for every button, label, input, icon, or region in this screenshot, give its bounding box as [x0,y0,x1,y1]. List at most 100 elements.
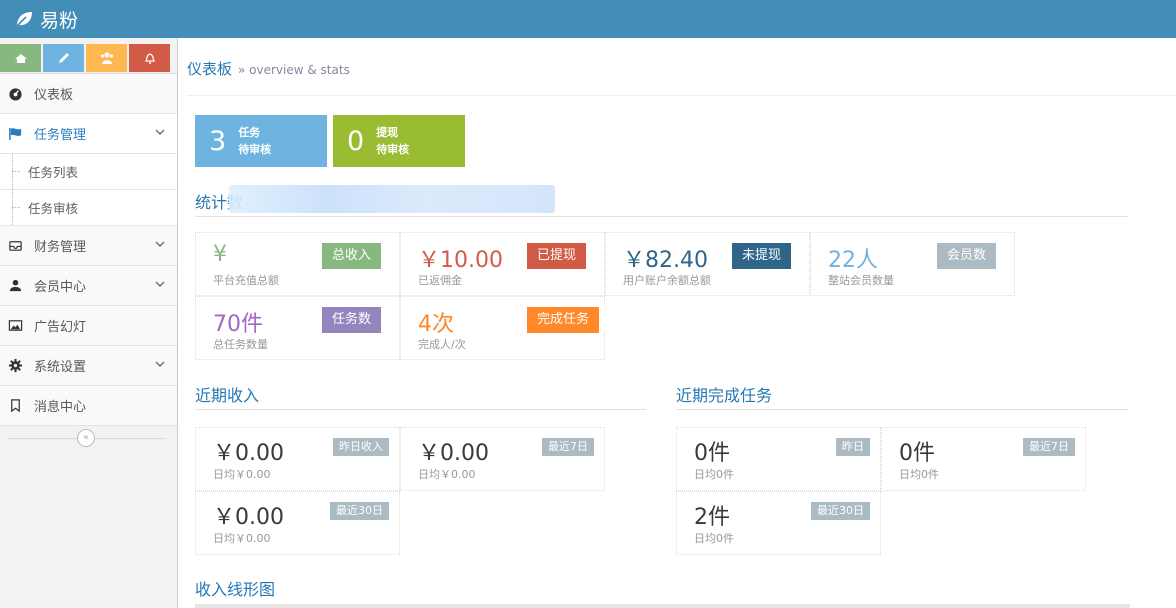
sidebar-item-ads[interactable]: 广告幻灯 [0,306,177,346]
income-yesterday: ￥0.00 日均￥0.00 昨日收入 [195,427,400,491]
stat-not-withdrawn: ￥82.40 用户账户余额总额 未提现 [605,232,810,296]
period-badge: 最近30日 [330,502,389,520]
sidebar-subitem-task-list[interactable]: 任务列表 [0,154,177,190]
stat-badge: 会员数 [937,243,1004,269]
sidebar-item-settings[interactable]: 系统设置 [0,346,177,386]
period-badge: 最近7日 [1023,438,1075,456]
stat-badge: 完成任务 [527,307,607,333]
sidebar-nav: 仪表板 任务管理 任务列表 任务审核 财务管理 会员中心 广告幻灯 系统设置 消… [0,74,177,426]
pending-label: 任务 [238,126,261,139]
chevron-down-icon [155,361,165,367]
sidebar-item-finance[interactable]: 财务管理 [0,226,177,266]
stat-value: ￥82.40 [623,248,708,273]
sidebar-item-members[interactable]: 会员中心 [0,266,177,306]
top-navbar: 易粉 [0,0,1176,38]
stat-label: 总任务数量 [213,338,268,351]
breadcrumb: 仪表板 » overview & stats [187,58,350,79]
divider [676,409,1128,410]
period-badge: 昨日收入 [333,438,389,456]
sidebar-subitem-task-review[interactable]: 任务审核 [0,190,177,226]
stat-label: 完成人/次 [418,338,466,351]
period-badge: 昨日 [836,438,870,456]
sidebar-subitem-label: 任务列表 [28,165,79,180]
income-value: ￥0.00 [418,441,489,466]
brand[interactable]: 易粉 [14,6,78,33]
sidebar-item-tasks[interactable]: 任务管理 [0,114,177,154]
tasks-average: 日均0件 [694,468,734,481]
pencil-icon [58,53,69,63]
pending-task-box[interactable]: 3 任务待审核 [195,115,327,167]
pending-withdraw-box[interactable]: 0 提现待审核 [333,115,465,167]
stat-value: 70件 [213,312,263,337]
income-7days: ￥0.00 日均￥0.00 最近7日 [400,427,605,491]
stat-label: 平台充值总额 [213,274,279,287]
page-title: 仪表板 [187,60,233,78]
stat-value: 4次 [418,312,454,337]
tasks-average: 日均0件 [899,468,939,481]
stat-total-income: ¥ 平台充值总额 总收入 [195,232,400,296]
stat-task-count: 70件 总任务数量 任务数 [195,296,400,360]
income-30days: ￥0.00 日均￥0.00 最近30日 [195,491,400,555]
sidebar-item-label: 任务管理 [34,128,87,143]
period-badge: 最近7日 [542,438,594,456]
app-title: 易粉 [40,9,79,32]
pending-label: 提现 [376,126,399,139]
main-content: 仪表板» overview & stats 3 任务 待审核 0 提现 待审核 统计… [179,38,1176,608]
sidebar-item-dashboard[interactable]: 仪表板 [0,74,177,114]
shortcut-notify-button[interactable] [129,44,170,72]
income-chart-title: 收入线形图 [195,580,276,599]
sidebar-collapse-button[interactable]: « [77,429,95,447]
redacted-overlay [229,185,555,213]
divider [195,409,646,410]
tasks-yesterday: 0件 日均0件 昨日 [676,427,881,491]
sidebar-item-label: 仪表板 [34,88,74,103]
recent-income-title: 近期收入 [195,386,260,405]
stat-label: 整站会员数量 [828,274,894,287]
shortcut-edit-button[interactable] [43,44,84,72]
chart-area-edge [195,604,1130,608]
chevron-down-icon [155,281,165,287]
divider [187,95,1176,96]
user-icon [6,278,24,294]
flag-icon [6,126,24,142]
shortcut-stats-button[interactable] [0,44,41,72]
dashboard-icon [6,86,24,102]
shortcut-users-button[interactable] [86,44,127,72]
tasks-value: 0件 [694,441,730,466]
stat-label: 用户账户余额总额 [623,274,711,287]
bookmark-icon [6,398,24,414]
chevron-down-icon [155,129,165,135]
tasks-value: 0件 [899,441,935,466]
pending-label: 待审核 [238,143,272,156]
sidebar-subitem-label: 任务审核 [28,201,79,216]
sidebar-item-messages[interactable]: 消息中心 [0,386,177,426]
sidebar-shortcuts [0,38,177,74]
income-average: 日均￥0.00 [418,468,476,481]
divider [195,216,1128,217]
signal-icon [14,54,27,63]
stat-withdrawn: ￥10.00 已返佣金 已提现 [400,232,605,296]
pending-count: 0 [347,125,365,157]
sidebar-item-label: 广告幻灯 [34,320,87,335]
stat-badge: 未提现 [732,243,799,269]
income-value: ￥0.00 [213,441,284,466]
gear-icon [6,358,24,374]
sidebar-collapse: « [0,426,177,452]
pending-label: 待审核 [376,143,410,156]
income-value: ￥0.00 [213,505,284,530]
stat-label: 已返佣金 [418,274,462,287]
tasks-7days: 0件 日均0件 最近7日 [881,427,1086,491]
sidebar-item-label: 消息中心 [34,400,87,415]
chevron-down-icon [155,241,165,247]
stat-value: ￥10.00 [418,248,503,273]
tasks-value: 2件 [694,505,730,530]
sidebar-item-label: 财务管理 [34,240,87,255]
sidebar-item-label: 会员中心 [34,280,87,295]
bell-icon [144,53,155,64]
inbox-icon [6,238,24,254]
stat-value: 22人 [828,248,878,273]
tasks-average: 日均0件 [694,532,734,545]
sidebar-item-label: 系统设置 [34,360,87,375]
users-icon [100,52,113,64]
pending-count: 3 [209,125,227,157]
